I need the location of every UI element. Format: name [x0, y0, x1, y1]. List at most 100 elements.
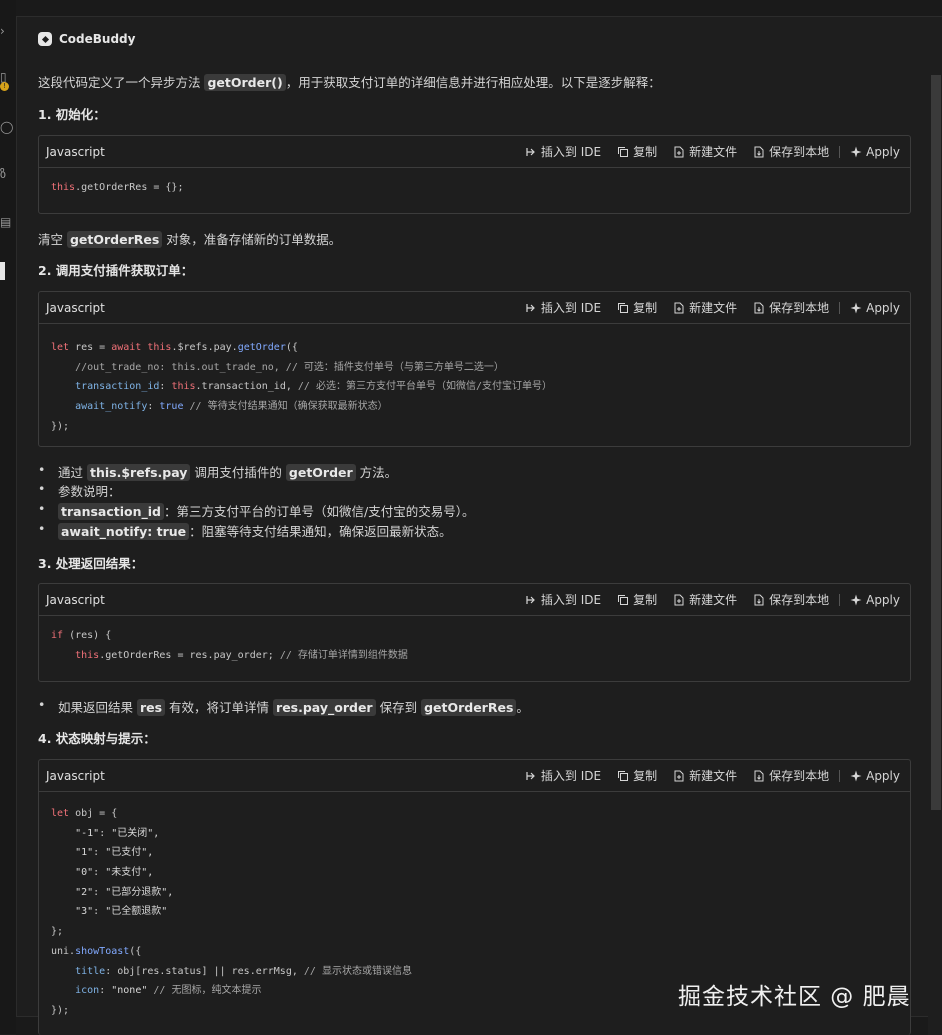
inline-code: res — [136, 699, 166, 716]
explanation-1: 清空 getOrderRes 对象，准备存储新的订单数据。 — [38, 231, 342, 248]
insert-to-ide-button[interactable]: 插入到 IDE — [525, 591, 601, 608]
code-line: }); — [51, 420, 70, 432]
code-language-label: Javascript — [46, 145, 105, 159]
active-view-indicator[interactable] — [0, 262, 5, 280]
code-line: await_notify: true // 等待支付结果通知（确保获取最新状态） — [75, 401, 388, 413]
code-language-label: Javascript — [46, 593, 105, 607]
code-line: let res = await this.$refs.pay.getOrder(… — [51, 342, 298, 353]
watermark: 掘金技术社区 @ 肥晨 — [678, 984, 911, 1010]
apply-button[interactable]: Apply — [850, 145, 900, 159]
code-block-header: Javascript 插入到 IDE 复制 新建文件 保存到本地 Apply — [39, 136, 910, 168]
apply-button[interactable]: Apply — [850, 301, 900, 315]
code-line: uni.showToast({ — [51, 945, 142, 957]
code-line: let obj = { — [51, 808, 118, 819]
code-toolbar: 插入到 IDE 复制 新建文件 保存到本地 Apply — [509, 591, 900, 608]
source-control-icon[interactable]: ზ — [0, 165, 12, 183]
code-block-header: Javascript 插入到 IDE 复制 新建文件 保存到本地 Apply — [39, 584, 910, 616]
list-item: transaction_id：第三方支付平台的订单号（如微信/支付宝的交易号）。 — [38, 501, 474, 520]
new-file-button[interactable]: 新建文件 — [673, 143, 737, 160]
copy-button[interactable]: 复制 — [617, 591, 657, 608]
insert-icon — [525, 302, 537, 314]
code-toolbar: 插入到 IDE 复制 新建文件 保存到本地 Apply — [509, 767, 900, 784]
sparkle-icon — [850, 146, 862, 158]
save-local-button[interactable]: 保存到本地 — [753, 143, 829, 160]
warning-badge-icon: ! — [0, 82, 9, 91]
save-icon — [753, 594, 765, 606]
inline-code: getOrder — [285, 464, 356, 481]
intro-paragraph: 这段代码定义了一个异步方法 getOrder() ，用于获取支付订单的详细信息并进… — [38, 72, 661, 91]
toolbar-divider — [839, 301, 841, 314]
toolbar-divider — [839, 145, 841, 158]
codebuddy-logo-icon — [38, 32, 52, 46]
copy-icon — [617, 302, 629, 314]
inline-code: await_notify: true — [58, 523, 190, 540]
code-language-label: Javascript — [46, 301, 105, 315]
copy-button[interactable]: 复制 — [617, 299, 657, 316]
new-file-button[interactable]: 新建文件 — [673, 767, 737, 784]
code-content[interactable]: this.getOrderRes = {}; — [39, 168, 910, 198]
new-file-icon — [673, 770, 685, 782]
code-content[interactable]: if (res) { this.getOrderRes = res.pay_or… — [39, 616, 910, 665]
code-line: "1": "已支付", — [75, 847, 154, 859]
code-toolbar: 插入到 IDE 复制 新建文件 保存到本地 Apply — [509, 299, 900, 316]
code-content[interactable]: let res = await this.$refs.pay.getOrder(… — [39, 324, 910, 436]
code-line: transaction_id: this.transaction_id, // … — [75, 381, 552, 393]
sparkle-icon — [850, 302, 862, 314]
intro-text-post: ，用于获取支付订单的详细信息并进行相应处理。以下是逐步解释： — [285, 75, 661, 90]
code-line: if (res) { — [51, 630, 112, 641]
insert-to-ide-button[interactable]: 插入到 IDE — [525, 299, 601, 316]
new-file-icon — [673, 302, 685, 314]
top-bar — [16, 0, 942, 17]
save-local-button[interactable]: 保存到本地 — [753, 299, 829, 316]
copy-button[interactable]: 复制 — [617, 767, 657, 784]
extensions-icon[interactable]: ▤ — [0, 213, 12, 231]
activity-bar: › ▯ ! ◯ ზ ▤ — [0, 0, 16, 1034]
inline-code: transaction_id — [58, 503, 164, 520]
assistant-header: CodeBuddy — [38, 32, 135, 46]
insert-to-ide-button[interactable]: 插入到 IDE — [525, 143, 601, 160]
code-line: "2": "已部分退款", — [75, 886, 174, 898]
new-file-button[interactable]: 新建文件 — [673, 299, 737, 316]
new-file-button[interactable]: 新建文件 — [673, 591, 737, 608]
save-icon — [753, 302, 765, 314]
inline-code: res.pay_order — [273, 699, 376, 716]
inline-code: getOrder() — [204, 74, 286, 91]
code-toolbar: 插入到 IDE 复制 新建文件 保存到本地 Apply — [509, 143, 900, 160]
apply-button[interactable]: Apply — [850, 769, 900, 783]
toolbar-divider — [839, 769, 841, 782]
code-block-3: Javascript 插入到 IDE 复制 新建文件 保存到本地 Apply i… — [38, 583, 911, 682]
copy-icon — [617, 594, 629, 606]
assistant-name: CodeBuddy — [59, 32, 136, 46]
section-heading-3: 3. 处理返回结果： — [38, 556, 144, 571]
inline-code: getOrderRes — [421, 699, 517, 716]
sparkle-icon — [850, 770, 862, 782]
list-item: 通过 this.$refs.pay 调用支付插件的 getOrder 方法。 — [38, 462, 397, 481]
inline-code: this.$refs.pay — [86, 464, 191, 481]
chevron-right-icon[interactable]: › — [0, 22, 12, 40]
intro-text-pre: 这段代码定义了一个异步方法 — [38, 75, 205, 90]
save-local-button[interactable]: 保存到本地 — [753, 767, 829, 784]
scrollbar-thumb[interactable] — [931, 75, 941, 810]
save-local-button[interactable]: 保存到本地 — [753, 591, 829, 608]
section-heading-2: 2. 调用支付插件获取订单： — [38, 263, 194, 278]
code-line: }; — [51, 926, 64, 938]
copy-icon — [617, 770, 629, 782]
code-language-label: Javascript — [46, 769, 105, 783]
code-block-header: Javascript 插入到 IDE 复制 新建文件 保存到本地 Apply — [39, 292, 910, 324]
save-icon — [753, 146, 765, 158]
code-line: "0": "未支付", — [75, 867, 154, 879]
section-heading-4: 4. 状态映射与提示： — [38, 731, 156, 746]
code-block-1: Javascript 插入到 IDE 复制 新建文件 保存到本地 Apply t… — [38, 135, 911, 214]
insert-to-ide-button[interactable]: 插入到 IDE — [525, 767, 601, 784]
insert-icon — [525, 770, 537, 782]
new-file-icon — [673, 594, 685, 606]
insert-icon — [525, 146, 537, 158]
section-heading-1: 1. 初始化： — [38, 107, 106, 122]
search-icon[interactable]: ◯ — [0, 118, 13, 136]
code-line: "-1": "已关闭", — [75, 827, 160, 839]
list-item: await_notify: true：阻塞等待支付结果通知，确保返回最新状态。 — [38, 521, 452, 540]
copy-button[interactable]: 复制 — [617, 143, 657, 160]
save-icon — [753, 770, 765, 782]
apply-button[interactable]: Apply — [850, 593, 900, 607]
copy-icon — [617, 146, 629, 158]
